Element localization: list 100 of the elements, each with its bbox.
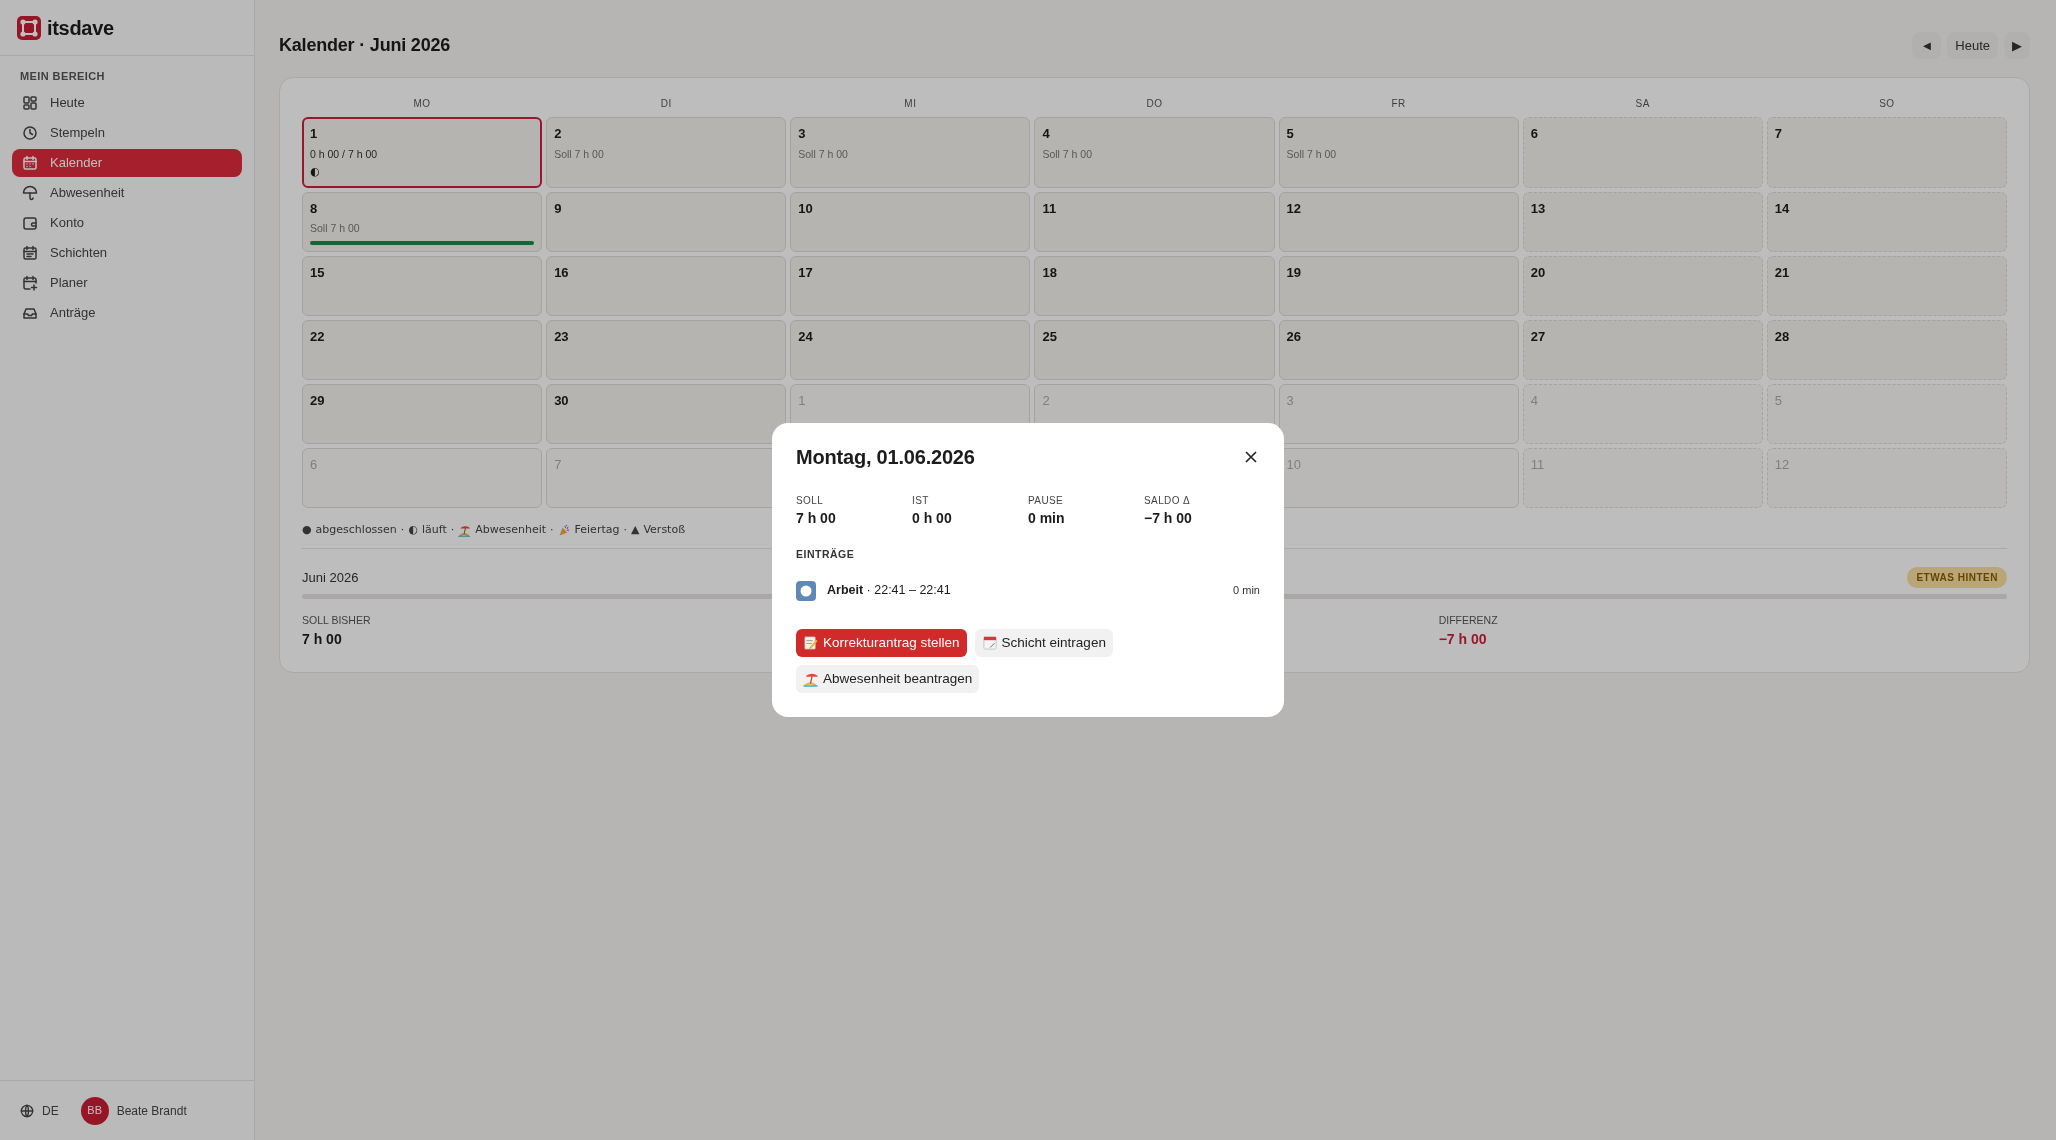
weekday-label: DO: [1145, 97, 1164, 111]
day-number: 25: [1042, 327, 1058, 346]
day-cell[interactable]: 22: [302, 319, 543, 380]
stat-value: −7 h 00: [1144, 508, 1193, 528]
separator-dot: ·: [400, 521, 405, 538]
day-cell[interactable]: 2 Soll 7 h 00: [546, 117, 787, 188]
day-cell[interactable]: 29: [302, 383, 543, 444]
nav-item[interactable]: Schichten: [12, 238, 242, 267]
calendar-icon: [981, 634, 998, 651]
day-number: 19: [1286, 263, 1303, 282]
legend-label: abgeschlossen: [315, 521, 397, 538]
nav-item[interactable]: Heute: [12, 88, 242, 117]
day-cell[interactable]: 13: [1522, 191, 1763, 252]
beach-umbrella-icon: [803, 671, 819, 687]
day-cell[interactable]: 15: [302, 255, 543, 316]
day-cell[interactable]: 24: [790, 319, 1031, 380]
clock-icon: [22, 124, 38, 141]
nav-item[interactable]: Konto: [12, 208, 242, 237]
next-button[interactable]: ▶: [2004, 31, 2030, 60]
status-badge: ETWAS HINTEN: [1907, 567, 2007, 589]
nav-item[interactable]: Anträge: [12, 298, 242, 327]
legend-label: Verstoß: [643, 521, 686, 538]
day-cell[interactable]: 28: [1766, 319, 2007, 380]
today-button[interactable]: Heute: [1947, 31, 1998, 60]
day-hours: Soll 7 h 00: [1042, 146, 1094, 162]
day-cell[interactable]: 6: [1522, 117, 1763, 188]
day-cell[interactable]: 14: [1766, 191, 2007, 252]
day-number: 17: [798, 263, 814, 282]
nav-item[interactable]: Stempeln: [12, 118, 242, 147]
wallet-icon: [22, 214, 38, 231]
day-number: 16: [554, 263, 570, 282]
day-cell[interactable]: 18: [1034, 255, 1275, 316]
day-cell[interactable]: 30: [546, 383, 787, 444]
previous-button[interactable]: ◄: [1912, 31, 1942, 60]
day-cell[interactable]: 20: [1522, 255, 1763, 316]
stat-value: 0 min: [1028, 508, 1066, 528]
day-cell[interactable]: 9: [546, 191, 787, 252]
calendar-icon: [22, 154, 38, 171]
entry-text: Arbeit · 22:41 – 22:41: [827, 582, 951, 600]
day-cell[interactable]: 27: [1522, 319, 1763, 380]
section-heading: EINTRÄGE: [796, 546, 856, 562]
day-cell[interactable]: 21: [1766, 255, 2007, 316]
stat-label: SOLL: [796, 493, 825, 508]
weekday-label: MI: [903, 97, 918, 111]
day-cell[interactable]: 16: [546, 255, 787, 316]
action-button[interactable]: Korrekturantrag stellen: [796, 628, 967, 657]
stat-label: DIFFERENZ: [1438, 613, 1498, 629]
day-cell[interactable]: 5 Soll 7 h 00: [1278, 117, 1519, 188]
legend-symbol: ◐: [408, 521, 418, 538]
day-cell[interactable]: 7: [1766, 117, 2007, 188]
day-cell[interactable]: 19: [1278, 255, 1519, 316]
day-cell[interactable]: 12: [1278, 191, 1519, 252]
day-number: 15: [310, 263, 326, 282]
day-cell[interactable]: 23: [546, 319, 787, 380]
stat-value: 7 h 00: [302, 630, 342, 649]
stat-value: 7 h 00: [796, 508, 837, 528]
day-cell[interactable]: 4 Soll 7 h 00: [1034, 117, 1275, 188]
action-button[interactable]: Schicht eintragen: [974, 628, 1113, 657]
day-number: 13: [1530, 199, 1547, 218]
day-number: 8: [310, 199, 319, 218]
day-number: 1: [798, 391, 807, 410]
nav-item[interactable]: Kalender: [12, 148, 242, 177]
weekday-label: MO: [412, 97, 432, 111]
legend-label: läuft: [421, 521, 447, 538]
day-cell[interactable]: 3 Soll 7 h 00: [790, 117, 1031, 188]
day-cell[interactable]: 11: [1034, 191, 1275, 252]
day-number: 23: [554, 327, 570, 346]
day-number: 14: [1774, 199, 1791, 218]
day-number: 18: [1042, 263, 1058, 282]
day-number: 6: [310, 455, 319, 474]
day-number: 22: [310, 327, 326, 346]
legend-label: Abwesenheit: [475, 521, 547, 538]
calendar-plus-icon: [22, 274, 38, 291]
day-cell[interactable]: 26: [1278, 319, 1519, 380]
avatar[interactable]: BB: [80, 1096, 109, 1125]
day-number: 5: [1774, 391, 1784, 410]
schedule-icon: [22, 244, 38, 261]
weekday-label: SO: [1878, 97, 1896, 111]
day-number: 30: [554, 391, 570, 410]
day-number: 2: [1042, 391, 1051, 410]
day-number: 7: [1774, 125, 1784, 143]
month-label: Juni 2026: [302, 569, 359, 587]
day-cell[interactable]: 8 Soll 7 h 00: [302, 191, 543, 252]
day-cell[interactable]: 17: [790, 255, 1031, 316]
record-icon: [796, 580, 816, 601]
separator-dot: ·: [450, 521, 455, 538]
day-hours: Soll 7 h 00: [554, 146, 605, 162]
stat-label: PAUSE: [1028, 493, 1065, 508]
day-cell[interactable]: 25: [1034, 319, 1275, 380]
day-hours: Soll 7 h 00: [310, 221, 361, 237]
nav-item[interactable]: Abwesenheit: [12, 178, 242, 207]
nav-item[interactable]: Planer: [12, 268, 242, 297]
day-cell[interactable]: 10: [790, 191, 1031, 252]
weekday-label: FR: [1390, 97, 1407, 111]
stat-label: IST: [912, 493, 930, 508]
action-button[interactable]: Abwesenheit beantragen: [796, 664, 980, 694]
day-number: 4: [1530, 391, 1539, 410]
stat-label: SALDO Δ: [1144, 493, 1192, 508]
user-name[interactable]: Beate Brandt: [116, 1101, 187, 1120]
day-cell[interactable]: 1 0 h 00 / 7 h 00 ◐: [302, 117, 543, 188]
